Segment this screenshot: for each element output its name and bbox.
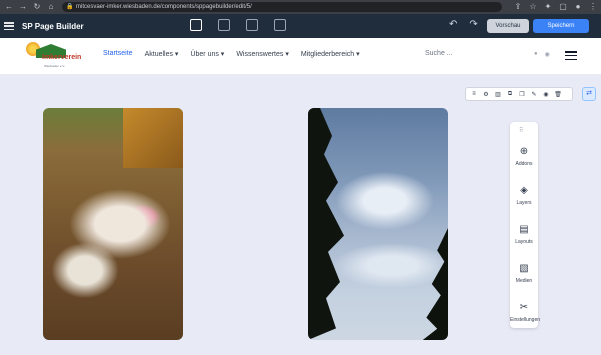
nav-item-startseite[interactable]: Startseite <box>103 50 133 58</box>
bees-photo[interactable] <box>43 108 183 340</box>
logo-text: Imkerverein <box>42 54 82 61</box>
settings-icon: ✂ <box>519 302 529 313</box>
builder-menu-icon[interactable] <box>4 22 14 30</box>
back-icon[interactable]: ← <box>4 2 14 12</box>
sidebar-item-addons[interactable]: ⊕ Addons <box>510 146 538 167</box>
mobile-view-icon[interactable] <box>274 19 286 31</box>
layout-icon: ▤ <box>519 224 529 235</box>
tree-silhouette <box>308 108 344 340</box>
logo-subtext: Wiesbaden e.V. <box>44 64 65 68</box>
nav-item-wissenswertes[interactable]: Wissenswertes ▾ <box>236 50 289 58</box>
address-bar[interactable]: 🔒 mitcesvaer-imker.wiesbaden.de/componen… <box>62 2 502 12</box>
nav-item-ueber-uns[interactable]: Über uns ▾ <box>190 50 224 58</box>
sidebar-item-medien[interactable]: ▧ Medien <box>510 263 538 284</box>
comment-icon[interactable]: ✎ <box>530 91 538 98</box>
drag-handle-icon[interactable]: ≡ <box>470 91 478 97</box>
reload-icon[interactable]: ↻ <box>32 2 42 12</box>
main-nav: Startseite Aktuelles ▾ Über uns ▾ Wissen… <box>103 50 372 58</box>
columns-icon[interactable]: ▥ <box>494 91 502 98</box>
builder-toolbar: SP Page Builder ↶ ↷ Vorschau Speichern <box>0 14 601 38</box>
builder-sidebar: ⠿ ⊕ Addons ◈ Layers ▤ Layouts ▧ Medien ✂… <box>510 122 540 328</box>
section-collapse-icon[interactable]: ⇄ <box>582 87 596 101</box>
social-icon[interactable]: ● <box>534 51 538 58</box>
duplicate-icon[interactable]: ❐ <box>518 91 526 98</box>
media-icon: ▧ <box>519 263 529 274</box>
delete-icon[interactable]: 🗑 <box>554 91 562 98</box>
home-icon[interactable]: ⌂ <box>46 2 56 12</box>
preview-button[interactable]: Vorschau <box>487 19 529 33</box>
nav-item-aktuelles[interactable]: Aktuelles ▾ <box>145 50 179 58</box>
nav-item-mitgliederbereich[interactable]: Mitgliederbereich ▾ <box>301 50 360 58</box>
redo-icon[interactable]: ↷ <box>469 19 477 30</box>
grip-icon[interactable]: ⠿ <box>519 127 523 134</box>
laptop-view-icon[interactable] <box>218 19 230 31</box>
profile-icon[interactable]: ▢ <box>559 2 567 12</box>
save-button[interactable]: Speichern <box>533 19 589 33</box>
bee-swarm-sky-photo[interactable] <box>308 108 448 340</box>
copy-icon[interactable]: ⧉ <box>506 91 514 98</box>
undo-icon[interactable]: ↶ <box>449 19 457 30</box>
builder-title: SP Page Builder <box>22 21 84 31</box>
eye-icon[interactable]: ◉ <box>542 91 550 98</box>
user-icon[interactable]: ◉ <box>545 51 550 58</box>
tablet-view-icon[interactable] <box>246 19 258 31</box>
sidebar-item-layouts[interactable]: ▤ Layouts <box>510 224 538 245</box>
sidebar-item-einstellungen[interactable]: ✂ Einstellungen <box>510 302 540 323</box>
sidebar-item-layers[interactable]: ◈ Layers <box>510 185 538 206</box>
browser-menu-icon[interactable]: ⋮ <box>589 2 597 12</box>
browser-toolbar: ← → ↻ ⌂ 🔒 mitcesvaer-imker.wiesbaden.de/… <box>0 0 601 14</box>
forward-icon[interactable]: → <box>18 2 28 12</box>
extensions-icon[interactable]: ✦ <box>544 2 552 12</box>
beehive-box <box>123 108 183 168</box>
user-icon[interactable]: ● <box>574 2 582 12</box>
site-menu-icon[interactable] <box>565 51 577 60</box>
url-text: mitcesvaer-imker.wiesbaden.de/components… <box>76 4 252 10</box>
lock-icon: 🔒 <box>66 4 74 10</box>
settings-icon[interactable]: ⚙ <box>482 91 490 98</box>
layers-icon: ◈ <box>520 185 528 196</box>
desktop-view-icon[interactable] <box>190 19 202 31</box>
section-toolbar: ≡ ⚙ ▥ ⧉ ❐ ✎ ◉ 🗑 <box>465 87 573 101</box>
plus-circle-icon: ⊕ <box>519 146 529 157</box>
star-icon[interactable]: ☆ <box>529 2 537 12</box>
site-logo[interactable]: Imkerverein Wiesbaden e.V. <box>26 40 98 70</box>
tree-silhouette <box>422 228 448 340</box>
search-link[interactable]: Suche ... <box>425 50 453 57</box>
share-icon[interactable]: ⇪ <box>514 2 522 12</box>
